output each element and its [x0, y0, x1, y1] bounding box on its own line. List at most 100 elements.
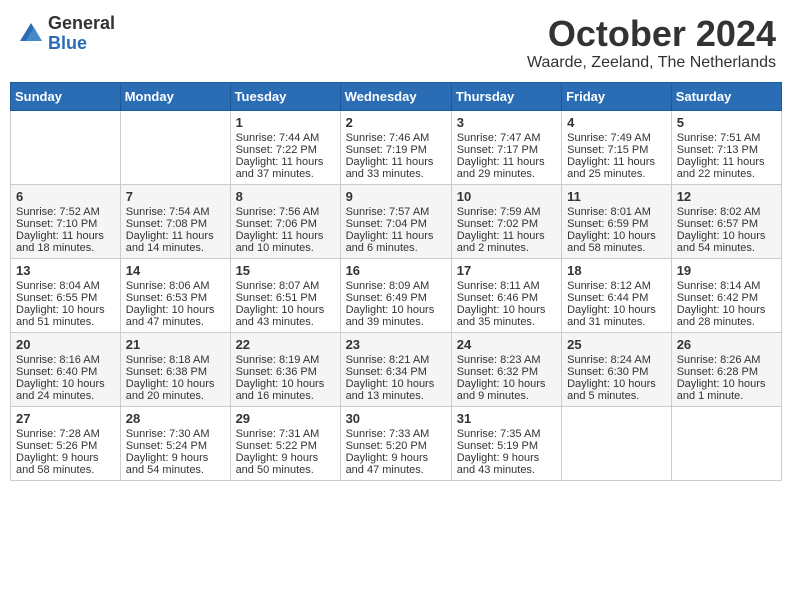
- daylight-text: Daylight: 10 hours and 9 minutes.: [457, 378, 546, 402]
- calendar-cell: 10Sunrise: 7:59 AMSunset: 7:02 PMDayligh…: [451, 184, 561, 258]
- calendar-cell: 7Sunrise: 7:54 AMSunset: 7:08 PMDaylight…: [120, 184, 230, 258]
- sunset-text: Sunset: 7:13 PM: [677, 144, 758, 156]
- day-number: 7: [126, 189, 225, 204]
- sunset-text: Sunset: 7:19 PM: [346, 144, 427, 156]
- daylight-text: Daylight: 10 hours and 13 minutes.: [346, 378, 435, 402]
- sunrise-text: Sunrise: 8:06 AM: [126, 280, 210, 292]
- day-number: 30: [346, 411, 446, 426]
- daylight-text: Daylight: 9 hours and 58 minutes.: [16, 452, 99, 476]
- day-number: 13: [16, 263, 115, 278]
- calendar-cell: 24Sunrise: 8:23 AMSunset: 6:32 PMDayligh…: [451, 332, 561, 406]
- daylight-text: Daylight: 10 hours and 51 minutes.: [16, 304, 105, 328]
- day-number: 4: [567, 115, 666, 130]
- calendar-cell: 29Sunrise: 7:31 AMSunset: 5:22 PMDayligh…: [230, 406, 340, 480]
- day-number: 23: [346, 337, 446, 352]
- sunset-text: Sunset: 6:59 PM: [567, 218, 648, 230]
- calendar-week-row: 13Sunrise: 8:04 AMSunset: 6:55 PMDayligh…: [11, 258, 782, 332]
- calendar-cell: [120, 110, 230, 184]
- sunrise-text: Sunrise: 8:04 AM: [16, 280, 100, 292]
- day-number: 19: [677, 263, 776, 278]
- calendar-cell: 2Sunrise: 7:46 AMSunset: 7:19 PMDaylight…: [340, 110, 451, 184]
- sunset-text: Sunset: 7:15 PM: [567, 144, 648, 156]
- day-header-thursday: Thursday: [451, 82, 561, 110]
- daylight-text: Daylight: 11 hours and 6 minutes.: [346, 230, 434, 254]
- calendar-cell: 19Sunrise: 8:14 AMSunset: 6:42 PMDayligh…: [671, 258, 781, 332]
- day-number: 5: [677, 115, 776, 130]
- sunset-text: Sunset: 7:10 PM: [16, 218, 97, 230]
- sunset-text: Sunset: 7:08 PM: [126, 218, 207, 230]
- calendar-table: SundayMondayTuesdayWednesdayThursdayFrid…: [10, 82, 782, 481]
- calendar-cell: 9Sunrise: 7:57 AMSunset: 7:04 PMDaylight…: [340, 184, 451, 258]
- calendar-cell: 27Sunrise: 7:28 AMSunset: 5:26 PMDayligh…: [11, 406, 121, 480]
- sunrise-text: Sunrise: 7:51 AM: [677, 132, 761, 144]
- daylight-text: Daylight: 10 hours and 43 minutes.: [236, 304, 325, 328]
- day-number: 9: [346, 189, 446, 204]
- daylight-text: Daylight: 11 hours and 22 minutes.: [677, 156, 765, 180]
- daylight-text: Daylight: 11 hours and 37 minutes.: [236, 156, 324, 180]
- day-header-friday: Friday: [562, 82, 672, 110]
- day-number: 16: [346, 263, 446, 278]
- calendar-cell: [562, 406, 672, 480]
- day-number: 2: [346, 115, 446, 130]
- day-number: 25: [567, 337, 666, 352]
- calendar-week-row: 1Sunrise: 7:44 AMSunset: 7:22 PMDaylight…: [11, 110, 782, 184]
- day-header-monday: Monday: [120, 82, 230, 110]
- day-number: 3: [457, 115, 556, 130]
- calendar-cell: 21Sunrise: 8:18 AMSunset: 6:38 PMDayligh…: [120, 332, 230, 406]
- sunset-text: Sunset: 7:04 PM: [346, 218, 427, 230]
- calendar-week-row: 27Sunrise: 7:28 AMSunset: 5:26 PMDayligh…: [11, 406, 782, 480]
- day-number: 31: [457, 411, 556, 426]
- daylight-text: Daylight: 9 hours and 50 minutes.: [236, 452, 319, 476]
- day-header-wednesday: Wednesday: [340, 82, 451, 110]
- daylight-text: Daylight: 10 hours and 31 minutes.: [567, 304, 656, 328]
- daylight-text: Daylight: 10 hours and 16 minutes.: [236, 378, 325, 402]
- calendar-cell: 3Sunrise: 7:47 AMSunset: 7:17 PMDaylight…: [451, 110, 561, 184]
- daylight-text: Daylight: 10 hours and 58 minutes.: [567, 230, 656, 254]
- daylight-text: Daylight: 11 hours and 18 minutes.: [16, 230, 104, 254]
- calendar-cell: 1Sunrise: 7:44 AMSunset: 7:22 PMDaylight…: [230, 110, 340, 184]
- day-number: 8: [236, 189, 335, 204]
- sunrise-text: Sunrise: 7:59 AM: [457, 206, 541, 218]
- sunrise-text: Sunrise: 7:56 AM: [236, 206, 320, 218]
- day-number: 12: [677, 189, 776, 204]
- sunrise-text: Sunrise: 8:01 AM: [567, 206, 651, 218]
- logo: General Blue: [16, 14, 115, 54]
- calendar-cell: 25Sunrise: 8:24 AMSunset: 6:30 PMDayligh…: [562, 332, 672, 406]
- calendar-week-row: 20Sunrise: 8:16 AMSunset: 6:40 PMDayligh…: [11, 332, 782, 406]
- sunset-text: Sunset: 5:26 PM: [16, 440, 97, 452]
- sunrise-text: Sunrise: 7:46 AM: [346, 132, 430, 144]
- daylight-text: Daylight: 9 hours and 43 minutes.: [457, 452, 540, 476]
- day-number: 22: [236, 337, 335, 352]
- sunset-text: Sunset: 6:57 PM: [677, 218, 758, 230]
- daylight-text: Daylight: 11 hours and 10 minutes.: [236, 230, 324, 254]
- sunset-text: Sunset: 7:22 PM: [236, 144, 317, 156]
- daylight-text: Daylight: 11 hours and 2 minutes.: [457, 230, 545, 254]
- day-number: 29: [236, 411, 335, 426]
- sunset-text: Sunset: 6:55 PM: [16, 292, 97, 304]
- sunrise-text: Sunrise: 8:16 AM: [16, 354, 100, 366]
- daylight-text: Daylight: 10 hours and 28 minutes.: [677, 304, 766, 328]
- calendar-cell: 11 Sunrise: 8:01 AMSunset: 6:59 PMDayligh…: [562, 184, 672, 258]
- sunrise-text: Sunrise: 8:19 AM: [236, 354, 320, 366]
- calendar-cell: 30Sunrise: 7:33 AMSunset: 5:20 PMDayligh…: [340, 406, 451, 480]
- calendar-cell: 5 Sunrise: 7:51 AMSunset: 7:13 PMDaylight…: [671, 110, 781, 184]
- daylight-text: Daylight: 11 hours and 14 minutes.: [126, 230, 214, 254]
- sunrise-text: Sunrise: 8:23 AM: [457, 354, 541, 366]
- day-number: 27: [16, 411, 115, 426]
- daylight-text: Daylight: 10 hours and 24 minutes.: [16, 378, 105, 402]
- calendar-header-row: SundayMondayTuesdayWednesdayThursdayFrid…: [11, 82, 782, 110]
- sunset-text: Sunset: 5:20 PM: [346, 440, 427, 452]
- sunrise-text: Sunrise: 7:31 AM: [236, 428, 320, 440]
- day-number: 11: [567, 189, 666, 204]
- logo-general: General: [48, 14, 115, 34]
- day-number: 21: [126, 337, 225, 352]
- sunrise-text: Sunrise: 7:35 AM: [457, 428, 541, 440]
- sunset-text: Sunset: 5:19 PM: [457, 440, 538, 452]
- title-block: October 2024 Waarde, Zeeland, The Nether…: [527, 14, 776, 72]
- sunset-text: Sunset: 6:51 PM: [236, 292, 317, 304]
- day-number: 1: [236, 115, 335, 130]
- page-header: General Blue October 2024 Waarde, Zeelan…: [10, 10, 782, 76]
- sunset-text: Sunset: 6:34 PM: [346, 366, 427, 378]
- day-number: 20: [16, 337, 115, 352]
- day-number: 24: [457, 337, 556, 352]
